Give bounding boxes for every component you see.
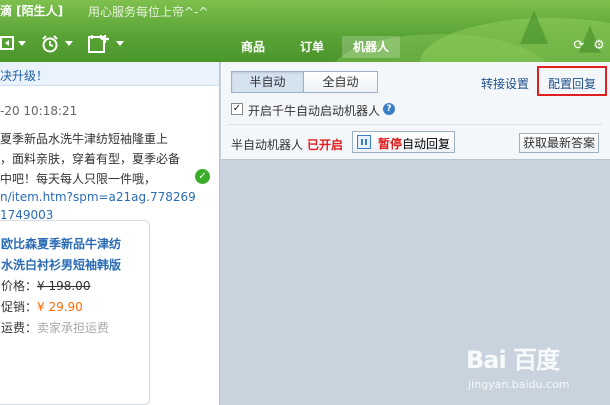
auto-start-label: 开启千牛自动启动机器人 — [248, 104, 381, 118]
alarm-icon — [42, 35, 58, 53]
original-price: ¥ 198.00 — [37, 279, 91, 293]
help-icon[interactable]: ? — [383, 103, 395, 115]
baidu-watermark: Bai 百度 jingyan.baidu.com — [466, 340, 606, 402]
message-text-line: 中吧！每天每人只限一件哦， — [0, 172, 157, 186]
shipping-label: 运费： — [1, 321, 38, 335]
watermark-brand: Bai 百度 — [466, 346, 560, 374]
message-text-line: 夏季新品水洗牛津纺短袖隆重上 — [0, 132, 169, 146]
chevron-down-icon — [116, 41, 124, 46]
pause-auto-reply-button[interactable]: 暂停自动回复 — [352, 131, 455, 153]
tab-goods[interactable]: 商品 — [234, 36, 272, 58]
promo-label: 促销： — [1, 300, 38, 314]
share-screen-icon — [0, 36, 14, 50]
config-reply-link[interactable]: 配置回复 — [548, 75, 596, 92]
product-title[interactable]: 水洗白衬衫男短袖韩版 — [1, 256, 121, 273]
upgrade-link[interactable]: 决升级！ — [0, 67, 48, 84]
message-text-line: ，面料亲肤，穿着有型，夏季必备 — [0, 152, 181, 166]
mode-semi-auto-tab[interactable]: 半自动 — [231, 71, 304, 93]
chevron-down-icon — [18, 41, 26, 46]
divider — [229, 124, 602, 125]
contact-name: 滴 [陌生人] — [0, 4, 64, 18]
product-title[interactable]: 欧比森夏季新品牛津纺 — [1, 235, 121, 252]
watermark-url: jingyan.baidu.com — [468, 378, 570, 391]
promo-price: ¥ 29.90 — [37, 300, 83, 314]
pause-button-label: 暂停自动回复 — [378, 137, 451, 151]
transfer-settings-link[interactable]: 转接设置 — [481, 75, 529, 92]
robot-status-label: 半自动机器人 — [231, 138, 304, 152]
shipping-value: 卖家承担运费 — [37, 321, 110, 335]
product-shipping-row: 运费：卖家承担运费 — [1, 319, 109, 336]
top-header: 滴 [陌生人] 用心服务每位上帝^-^ 商品 订单 机器人 ⟳ ⚙ — [0, 0, 610, 62]
header-tree-decoration — [520, 10, 548, 44]
auto-start-checkbox[interactable]: ✓ — [231, 103, 243, 115]
calendar-add-button[interactable] — [88, 34, 128, 54]
chevron-down-icon — [65, 41, 73, 46]
item-link[interactable]: n/item.htm?spm=a21ag.778269 — [0, 190, 196, 204]
product-price-row: 价格：¥ 198.00 — [1, 277, 90, 294]
tab-robot[interactable]: 机器人 — [342, 36, 400, 58]
refresh-icon[interactable]: ⟳ — [572, 39, 586, 53]
calendar-add-icon — [88, 35, 109, 53]
robot-status-value: 已开启 — [307, 138, 344, 152]
tab-orders[interactable]: 订单 — [292, 36, 332, 58]
mode-full-auto-tab[interactable]: 全自动 — [303, 71, 378, 93]
settings-icon[interactable]: ⚙ — [592, 39, 606, 53]
share-screen-button[interactable] — [0, 34, 40, 54]
message-timestamp: -20 10:18:21 — [0, 104, 78, 118]
robot-settings-panel: 半自动 全自动 转接设置 配置回复 ✓ 开启千牛自动启动机器人 ? 半自动机器人… — [221, 62, 610, 160]
pause-icon — [357, 135, 371, 149]
product-card[interactable]: 欧比森夏季新品牛津纺 水洗白衬衫男短袖韩版 价格：¥ 198.00 促销：¥ 2… — [0, 220, 150, 405]
contact-signature: 用心服务每位上帝^-^ — [88, 5, 209, 19]
price-label: 价格： — [1, 279, 38, 293]
check-emoji-icon: ✓ — [195, 169, 210, 184]
alarm-button[interactable] — [40, 34, 80, 54]
upgrade-notice: 决升级！ — [0, 62, 219, 86]
get-latest-answers-button[interactable]: 获取最新答案 — [519, 133, 599, 153]
product-promo-row: 促销：¥ 29.90 — [1, 298, 83, 315]
chat-panel: 决升级！ -20 10:18:21 夏季新品水洗牛津纺短袖隆重上 ，面料亲肤，穿… — [0, 62, 220, 405]
